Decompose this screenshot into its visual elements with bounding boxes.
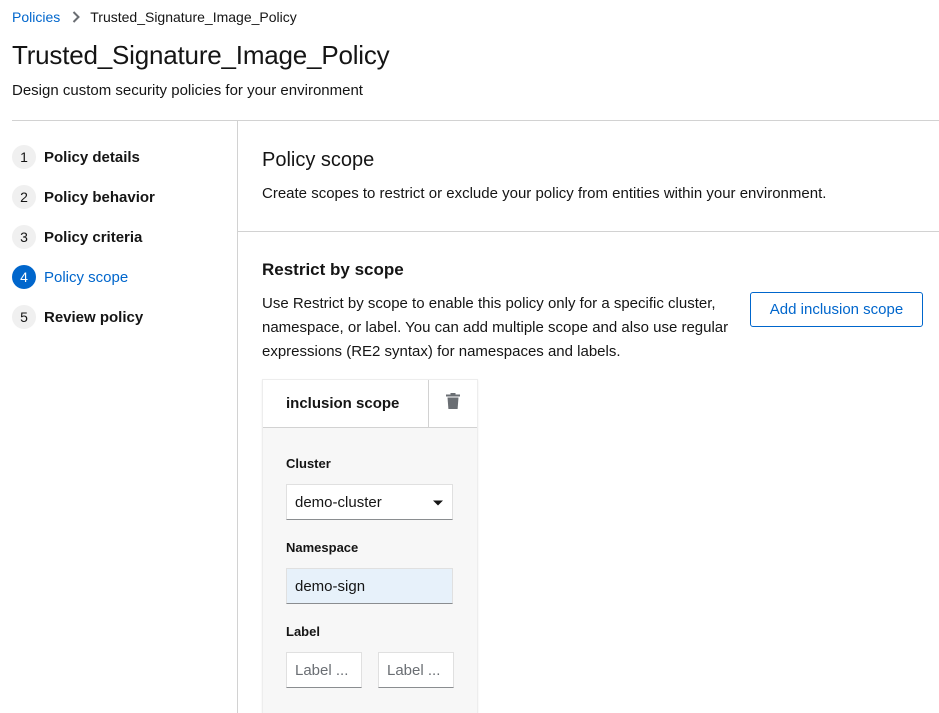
caret-down-icon xyxy=(432,494,444,511)
namespace-input[interactable] xyxy=(286,568,453,604)
page-subtitle: Design custom security policies for your… xyxy=(12,82,363,99)
restrict-by-scope-title: Restrict by scope xyxy=(262,260,404,279)
wizard-step-policy-criteria[interactable]: 3 Policy criteria xyxy=(12,224,232,250)
section-title: Policy scope xyxy=(262,149,375,171)
step-label: Review policy xyxy=(44,308,144,326)
breadcrumb-policies-link[interactable]: Policies xyxy=(12,9,60,25)
step-number: 2 xyxy=(12,185,36,209)
page-title: Trusted_Signature_Image_Policy xyxy=(12,40,390,70)
inclusion-scope-body: Cluster demo-cluster Namespace Label xyxy=(263,428,477,713)
cluster-select-value: demo-cluster xyxy=(295,493,382,511)
label-key-input[interactable] xyxy=(286,652,362,688)
restrict-by-scope-description: Use Restrict by scope to enable this pol… xyxy=(262,295,729,360)
step-label: Policy details xyxy=(44,148,140,166)
wizard-step-policy-details[interactable]: 1 Policy details xyxy=(12,144,232,170)
step-number: 4 xyxy=(12,265,36,289)
breadcrumb: Policies Trusted_Signature_Image_Policy xyxy=(12,7,297,27)
step-number: 5 xyxy=(12,305,36,329)
cluster-label: Cluster xyxy=(286,456,331,471)
step-number: 3 xyxy=(12,225,36,249)
wizard-step-policy-behavior[interactable]: 2 Policy behavior xyxy=(12,184,232,210)
label-value-input[interactable] xyxy=(378,652,454,688)
inclusion-scope-card: inclusion scope Cluster demo-cluster Nam… xyxy=(262,379,478,713)
breadcrumb-current: Trusted_Signature_Image_Policy xyxy=(90,9,297,25)
cluster-select[interactable]: demo-cluster xyxy=(286,484,453,520)
step-number: 1 xyxy=(12,145,36,169)
step-label: Policy behavior xyxy=(44,188,155,206)
add-inclusion-scope-button[interactable]: Add inclusion scope xyxy=(750,292,923,327)
delete-scope-button[interactable] xyxy=(428,380,477,427)
step-label: Policy criteria xyxy=(44,228,143,246)
section-description: Create scopes to restrict or exclude you… xyxy=(262,185,827,202)
namespace-label: Namespace xyxy=(286,540,359,555)
section-divider xyxy=(238,231,939,232)
wizard-nav: 1 Policy details 2 Policy behavior 3 Pol… xyxy=(12,144,232,344)
step-label: Policy scope xyxy=(44,268,129,286)
label-label: Label xyxy=(286,624,320,639)
wizard-nav-divider xyxy=(237,121,238,713)
header-divider xyxy=(12,120,939,121)
wizard-step-review-policy[interactable]: 5 Review policy xyxy=(12,304,232,330)
trash-icon xyxy=(446,393,460,414)
inclusion-scope-header: inclusion scope xyxy=(263,380,477,428)
wizard-step-policy-scope[interactable]: 4 Policy scope xyxy=(12,264,232,290)
inclusion-scope-title: inclusion scope xyxy=(286,395,400,412)
chevron-right-icon xyxy=(72,11,81,23)
